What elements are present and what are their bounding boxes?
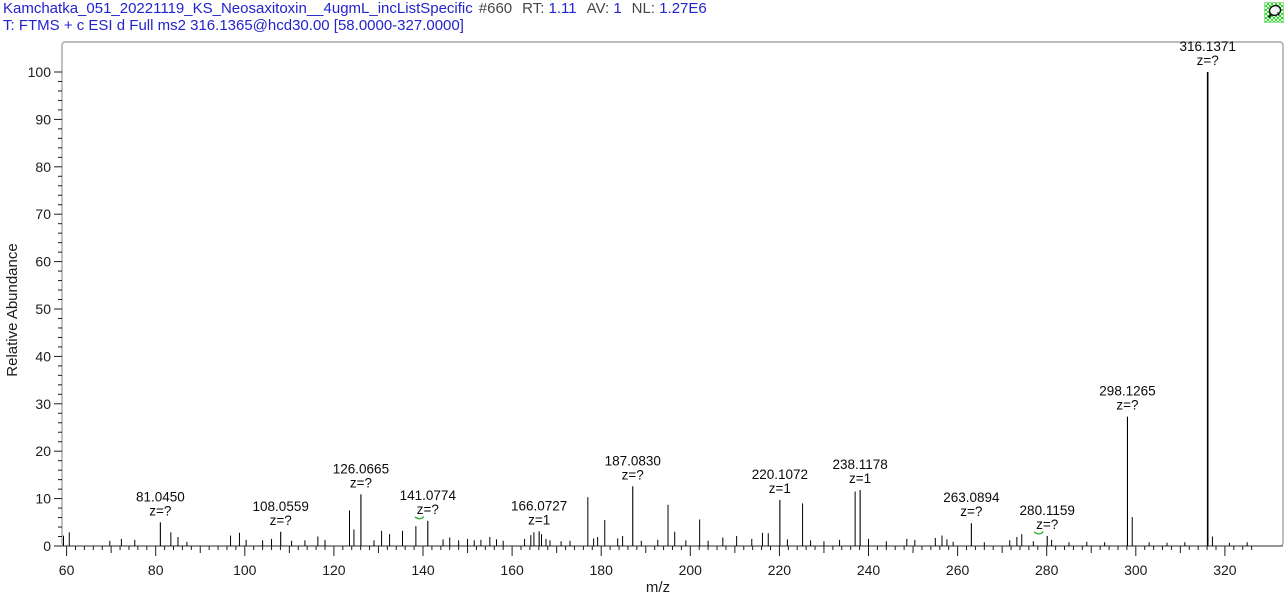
rt-value: 1.11 bbox=[549, 0, 577, 17]
peak-charge-label: z=? bbox=[1116, 398, 1138, 413]
x-tick-label: 200 bbox=[679, 562, 703, 578]
y-tick-label: 100 bbox=[28, 64, 52, 80]
scan-number: #660 bbox=[479, 0, 512, 17]
rt-label: RT: bbox=[522, 0, 544, 17]
y-tick-label: 20 bbox=[35, 443, 51, 459]
spectrum-window: { "header": { "line1": { "sample_name": … bbox=[0, 0, 1288, 606]
x-tick-label: 60 bbox=[59, 562, 75, 578]
x-tick-label: 300 bbox=[1124, 562, 1148, 578]
y-tick-label: 70 bbox=[35, 206, 51, 222]
y-tick-label: 80 bbox=[35, 159, 51, 175]
peak-charge-label: z=? bbox=[960, 504, 982, 519]
y-tick-label: 50 bbox=[35, 301, 51, 317]
x-tick-label: 220 bbox=[768, 562, 792, 578]
av-value: 1 bbox=[613, 0, 621, 17]
y-tick-label: 60 bbox=[35, 254, 51, 270]
peak-mz-label: 187.0830 bbox=[605, 453, 661, 468]
x-tick-label: 180 bbox=[590, 562, 614, 578]
peak-mz-label: 108.0559 bbox=[253, 499, 309, 514]
x-tick-label: 260 bbox=[946, 562, 970, 578]
peak-charge-label: z=? bbox=[1036, 517, 1058, 532]
magnifier-glyph bbox=[1265, 3, 1283, 22]
peak-mz-label: 238.1178 bbox=[832, 457, 887, 472]
x-tick-label: 320 bbox=[1213, 562, 1237, 578]
peak-charge-label: z=? bbox=[270, 513, 292, 528]
y-tick-label: 90 bbox=[35, 111, 51, 127]
peak-charge-label: z=? bbox=[350, 475, 372, 490]
nl-value: 1.27E6 bbox=[659, 0, 707, 17]
x-tick-label: 140 bbox=[411, 562, 435, 578]
x-tick-label: 100 bbox=[233, 562, 257, 578]
peak-charge-label: z=? bbox=[622, 467, 644, 482]
peak-mz-label: 220.1072 bbox=[752, 467, 808, 482]
x-tick-label: 160 bbox=[500, 562, 524, 578]
x-tick-label: 240 bbox=[857, 562, 881, 578]
x-tick-label: 280 bbox=[1035, 562, 1059, 578]
plot-frame bbox=[62, 42, 1283, 546]
x-tick-label: 80 bbox=[148, 562, 164, 578]
y-tick-label: 30 bbox=[35, 396, 51, 412]
peak-charge-label: z=1 bbox=[769, 481, 791, 496]
x-tick-label: 120 bbox=[322, 562, 346, 578]
av-label: AV: bbox=[587, 0, 610, 17]
peak-mz-label: 280.1159 bbox=[1020, 503, 1075, 518]
peak-mz-label: 81.0450 bbox=[136, 489, 185, 504]
spectrum-canvas[interactable]: 6080100120140160180200220240260280300320… bbox=[0, 0, 1288, 606]
x-axis-title: m/z bbox=[646, 579, 670, 596]
y-axis-title: Relative Abundance bbox=[4, 243, 21, 376]
peak-mz-label: 126.0665 bbox=[333, 461, 389, 476]
y-tick-label: 10 bbox=[35, 491, 51, 507]
peak-mz-label: 263.0894 bbox=[943, 490, 1000, 505]
peak-charge-label: z=1 bbox=[849, 471, 871, 486]
y-tick-label: 0 bbox=[43, 538, 51, 554]
scan-header-line: Kamchatka_051_20221119_KS_Neosaxitoxin__… bbox=[3, 1, 707, 17]
peak-mz-label: 298.1265 bbox=[1099, 384, 1155, 399]
nl-label: NL: bbox=[632, 0, 655, 17]
magnifier-tool-icon[interactable] bbox=[1264, 2, 1284, 23]
peak-charge-label: z=? bbox=[149, 503, 171, 518]
peak-charge-label: z=? bbox=[1197, 53, 1219, 68]
sample-name: Kamchatka_051_20221119_KS_Neosaxitoxin__… bbox=[3, 0, 473, 17]
peak-charge-label: z=1 bbox=[528, 512, 550, 527]
scan-filter-line: T: FTMS + c ESI d Full ms2 316.1365@hcd3… bbox=[3, 18, 464, 34]
peak-charge-label: z=? bbox=[417, 502, 439, 517]
peak-mz-label: 141.0774 bbox=[400, 488, 457, 503]
peak-mz-label: 166.0727 bbox=[511, 498, 567, 513]
peak-mz-label: 316.1371 bbox=[1180, 39, 1236, 54]
y-tick-label: 40 bbox=[35, 348, 51, 364]
